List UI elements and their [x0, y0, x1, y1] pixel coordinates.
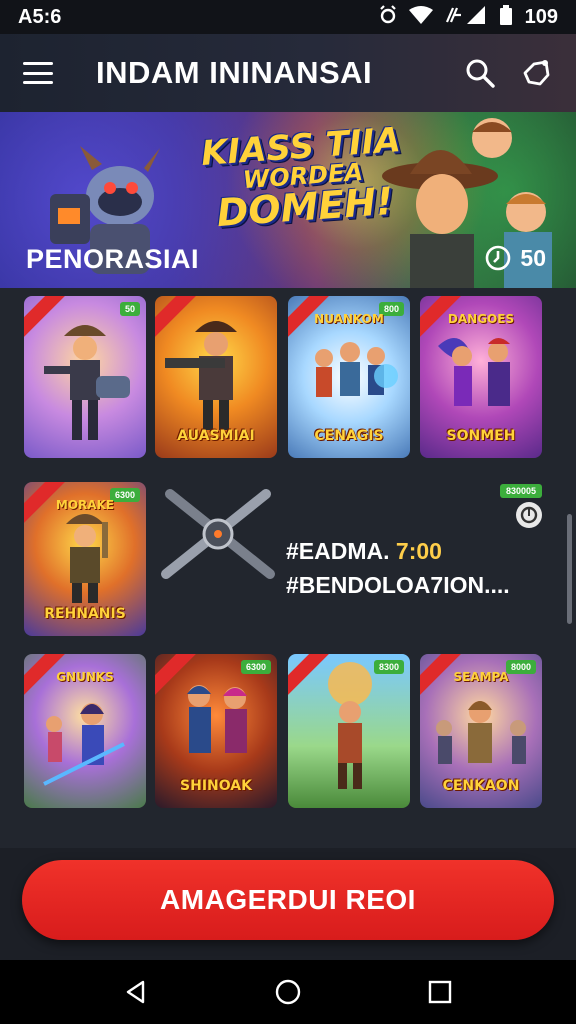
back-icon [126, 980, 145, 1004]
promo-time: 7:00 [395, 538, 442, 564]
recents-icon [428, 980, 452, 1004]
game-card[interactable]: DANGOES SONMEH [420, 296, 542, 458]
promo-avatar[interactable] [516, 502, 542, 528]
card-title: CENAGIS [314, 428, 384, 444]
cta-area: AMAGERDUI REOI [0, 848, 576, 960]
app-title: INDAM ININANSAI [96, 55, 373, 90]
card-title: SONMEH [446, 428, 516, 444]
timer-icon [486, 245, 511, 271]
home-icon [275, 979, 301, 1005]
card-top-title: NUANKOM [314, 312, 384, 326]
card-title: REHNANIS [44, 606, 126, 622]
battery-icon [499, 4, 513, 30]
chat-icon [520, 506, 538, 524]
search-button[interactable] [460, 53, 500, 93]
signal-icon [445, 5, 487, 29]
search-icon [466, 59, 495, 88]
card-top-title: SEAMPA [453, 670, 509, 684]
game-card[interactable]: 50 [24, 296, 146, 458]
scrollbar[interactable] [567, 514, 572, 624]
section-title: PENORASIAI [26, 244, 200, 274]
home-button[interactable] [266, 970, 310, 1014]
card-top-title: MORAKE [55, 498, 115, 512]
game-card[interactable]: 8000 SEAMPA CENKAON [420, 654, 542, 808]
card-title: CENKAON [442, 778, 520, 794]
crossed-weapons-art [161, 489, 275, 579]
hero-character-art [44, 325, 130, 440]
share-button[interactable] [516, 53, 556, 93]
promo-line1-prefix: #EADMA. [286, 538, 390, 564]
game-card[interactable]: 6300 MORAKE REHNANIS [24, 482, 146, 636]
promo-text[interactable]: #EADMA. 7:00 #BENDOLOA7ION.... [286, 534, 510, 602]
promo-line2: #BENDOLOA7ION.... [286, 572, 510, 598]
card-top-title: DANGOES [447, 312, 515, 326]
card-title: AUASMIAI [177, 428, 255, 444]
app-bar: INDAM ININANSAI [0, 34, 576, 112]
section-count: 50 [484, 244, 546, 272]
back-button[interactable] [114, 970, 158, 1014]
game-card[interactable]: 6300 SHINOAK [155, 654, 277, 808]
card-badge: 8300 [373, 660, 404, 674]
game-card[interactable]: 8300 [288, 654, 410, 808]
menu-icon[interactable] [20, 58, 56, 88]
featured-banner[interactable]: KIASS TIIA WORDEA DOMEH! PENORASIAI 50 [0, 112, 576, 288]
primary-action-button[interactable]: AMAGERDUI REOI [22, 860, 554, 940]
game-card[interactable]: 800 NUANKOM CENAGIS [288, 296, 410, 458]
card-badge: 6300 [240, 660, 271, 674]
share-icon [523, 60, 550, 86]
status-bar: A5:6 109 [0, 0, 576, 34]
card-top-title: GNUNKS [56, 670, 114, 684]
battery-level: 109 [524, 5, 558, 28]
system-nav-bar [0, 960, 576, 1024]
section-count-value: 50 [520, 244, 546, 271]
wifi-icon [408, 5, 433, 29]
status-time: A5:6 [18, 5, 62, 28]
card-title: SHINOAK [180, 778, 252, 794]
heroes-character-art [382, 118, 552, 288]
promo-badge: 830005 [499, 484, 542, 498]
app-screen: A5:6 109 INDAM ININANSAI KIASS TIIA WORD… [0, 0, 576, 1024]
status-icons: 109 [379, 4, 558, 30]
game-card[interactable]: AUASMIAI [155, 296, 277, 458]
card-badge: 50 [119, 302, 140, 316]
banner-headline: KIASS TIIA WORDEA DOMEH! [195, 120, 411, 235]
game-grid: 50 AUASMIAI 800 NUANKOM CENAGIS DANGOES … [0, 288, 576, 848]
recents-button[interactable] [418, 970, 462, 1014]
alarm-icon [379, 4, 397, 30]
game-card[interactable]: GNUNKS [24, 654, 146, 808]
promo-line1: #EADMA. 7:00 [286, 534, 510, 568]
hero-character-art [328, 662, 372, 789]
